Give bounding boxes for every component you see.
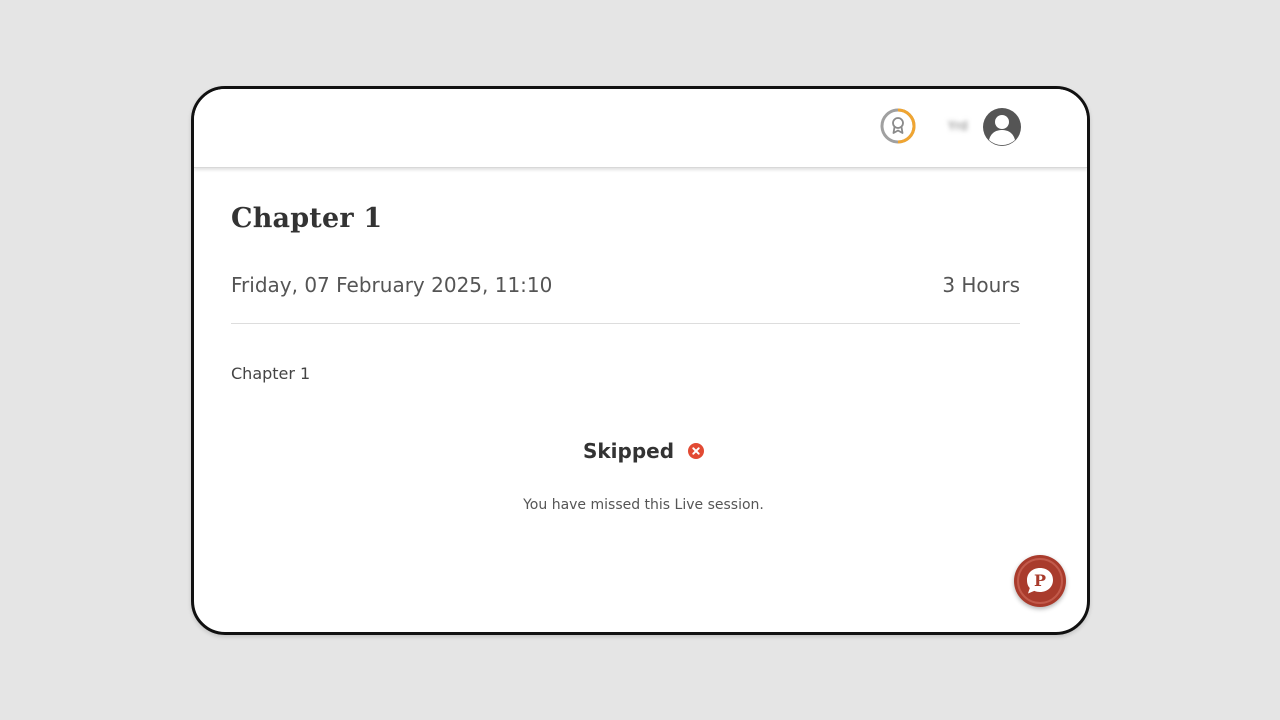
chat-p-icon: P	[1017, 558, 1063, 604]
user-name[interactable]: Yrd	[948, 119, 968, 133]
user-avatar-icon[interactable]	[983, 108, 1021, 146]
status-badge: Skipped	[582, 439, 705, 463]
divider	[231, 323, 1020, 324]
award-progress-icon[interactable]	[880, 108, 916, 144]
session-datetime: Friday, 07 February 2025, 11:10	[231, 273, 553, 297]
status-label: Skipped	[582, 439, 675, 463]
status-container: Skipped	[231, 439, 1056, 463]
session-meta-row: Friday, 07 February 2025, 11:10 3 Hours	[231, 273, 1020, 297]
chat-button[interactable]: P	[1014, 555, 1066, 607]
svg-text:P: P	[1034, 571, 1046, 590]
missed-session-message: You have missed this Live session.	[523, 497, 764, 513]
session-duration: 3 Hours	[942, 273, 1020, 297]
page-title: Chapter 1	[231, 203, 383, 234]
session-description: Chapter 1	[231, 364, 311, 383]
app-window: Yrd Chapter 1 Friday, 07 February 2025, …	[191, 86, 1090, 635]
close-circle-icon	[688, 443, 705, 459]
top-bar: Yrd	[194, 89, 1087, 168]
